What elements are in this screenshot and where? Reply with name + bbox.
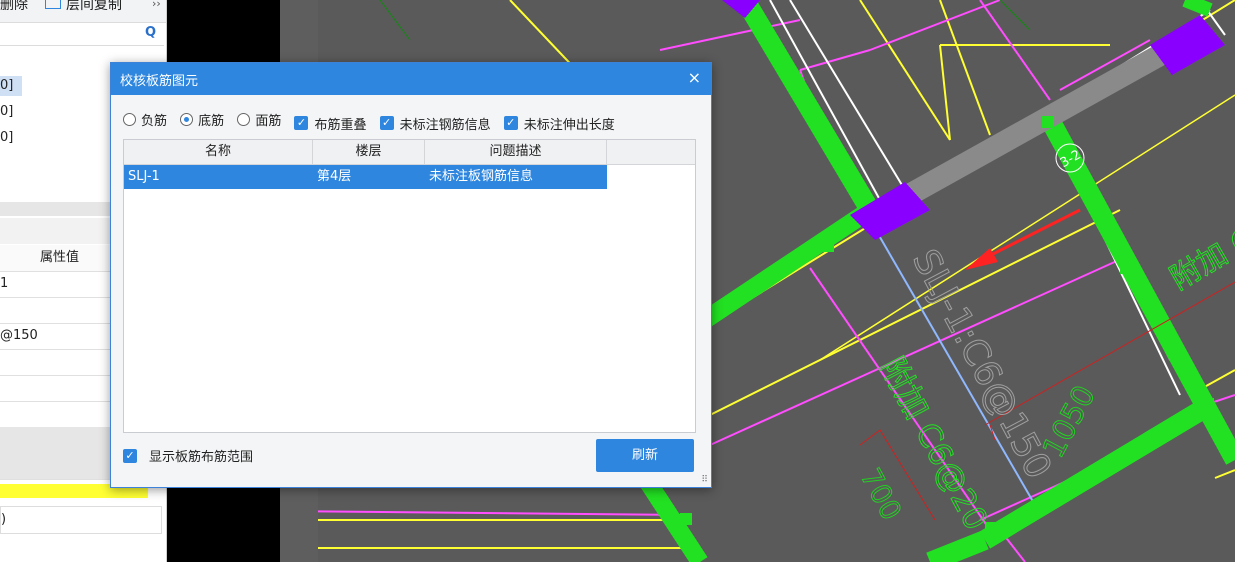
checkbox-show-range[interactable]: ✓ 显示板筋布筋范围 bbox=[123, 446, 253, 465]
tree-item[interactable]: 0] bbox=[0, 102, 22, 122]
radio-icon[interactable] bbox=[237, 113, 251, 126]
props-value-header: 属性值 bbox=[40, 250, 80, 265]
checkbox-checked-icon[interactable]: ✓ bbox=[379, 116, 394, 130]
floor-copy-button[interactable]: 层间复制 bbox=[66, 0, 122, 14]
cell-name[interactable]: SLJ-1 bbox=[128, 165, 160, 189]
prop-value[interactable]: ) bbox=[0, 506, 162, 534]
column-header-floor[interactable]: 楼层 bbox=[313, 140, 425, 164]
tree-item[interactable]: 0] bbox=[0, 76, 22, 96]
unmarked-length-label: 未标注伸出长度 bbox=[523, 117, 615, 133]
more-icon[interactable]: ›› bbox=[152, 0, 161, 10]
copy-icon[interactable] bbox=[45, 0, 61, 9]
filter-options: 负筋 底筋 面筋 ✓ 布筋重叠 ✓ 未标注钢筋信息 ✓ 未标注伸出长度 bbox=[123, 110, 708, 133]
column-header-description[interactable]: 问题描述 bbox=[425, 140, 607, 164]
dialog-title: 校核板筋图元 bbox=[120, 74, 199, 89]
cell-description[interactable]: 未标注板钢筋信息 bbox=[429, 165, 533, 189]
cell-floor[interactable]: 第4层 bbox=[317, 165, 351, 189]
search-input[interactable]: Q bbox=[0, 23, 164, 46]
left-toolbar: 删除 层间复制 ›› bbox=[0, 0, 166, 23]
checkbox-unmarked-info[interactable]: ✓ 未标注钢筋信息 bbox=[379, 114, 491, 133]
dialog-title-bar[interactable]: 校核板筋图元 × bbox=[111, 63, 711, 95]
results-table: 名称 楼层 问题描述 SLJ-1 第4层 未标注板钢筋信息 bbox=[123, 139, 696, 433]
radio-bottom-rebar[interactable]: 底筋 bbox=[180, 110, 224, 129]
close-icon[interactable]: × bbox=[688, 68, 701, 87]
bottom-rebar-label: 底筋 bbox=[198, 114, 225, 129]
tree-item[interactable]: 0] bbox=[0, 128, 22, 148]
checkbox-checked-icon[interactable]: ✓ bbox=[503, 116, 518, 130]
checkbox-checked-icon[interactable]: ✓ bbox=[123, 448, 137, 463]
checkbox-checked-icon[interactable]: ✓ bbox=[294, 116, 309, 130]
overlap-label: 布筋重叠 bbox=[314, 117, 367, 133]
radio-negative-rebar[interactable]: 负筋 bbox=[123, 110, 167, 129]
table-row[interactable]: SLJ-1 第4层 未标注板钢筋信息 bbox=[124, 165, 607, 189]
negative-rebar-label: 负筋 bbox=[141, 114, 168, 129]
radio-selected-icon[interactable] bbox=[180, 113, 194, 126]
checkbox-overlap[interactable]: ✓ 布筋重叠 bbox=[294, 114, 366, 133]
top-rebar-label: 面筋 bbox=[255, 114, 282, 129]
table-header: 名称 楼层 问题描述 bbox=[124, 140, 695, 165]
resize-grip-icon[interactable]: ⠿ bbox=[701, 476, 708, 485]
delete-button[interactable]: 删除 bbox=[0, 0, 28, 14]
search-icon[interactable]: Q bbox=[145, 25, 156, 40]
checkbox-unmarked-length[interactable]: ✓ 未标注伸出长度 bbox=[503, 114, 615, 133]
radio-icon[interactable] bbox=[123, 113, 136, 126]
check-slab-rebar-dialog: 校核板筋图元 × 负筋 底筋 面筋 ✓ 布筋重叠 ✓ 未标注钢筋信息 ✓ 未标注伸出长… bbox=[110, 62, 712, 488]
column-header-name[interactable]: 名称 bbox=[124, 140, 313, 164]
show-range-label: 显示板筋布筋范围 bbox=[149, 450, 254, 465]
unmarked-info-label: 未标注钢筋信息 bbox=[399, 117, 491, 133]
refresh-button[interactable]: 刷新 bbox=[596, 439, 694, 472]
radio-top-rebar[interactable]: 面筋 bbox=[237, 110, 281, 129]
